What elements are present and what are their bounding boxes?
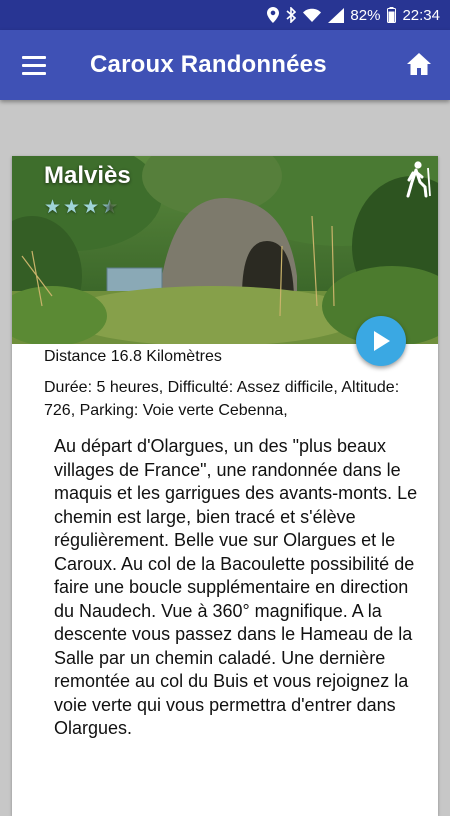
app-title: Caroux Randonnées bbox=[90, 51, 327, 78]
star-icon: ★ bbox=[44, 197, 62, 218]
bluetooth-icon bbox=[286, 7, 297, 23]
star-icon: ★ bbox=[82, 197, 100, 218]
hike-distance: Distance 16.8 Kilomètres bbox=[44, 348, 222, 365]
hiker-icon bbox=[403, 160, 433, 203]
hike-description: Au départ d'Olargues, un des "plus beaux… bbox=[54, 436, 418, 738]
home-icon[interactable] bbox=[406, 52, 434, 78]
hike-name: Malviès bbox=[44, 162, 131, 189]
signal-icon bbox=[328, 7, 345, 23]
app-bar: Caroux Randonnées bbox=[0, 30, 450, 100]
star-half-icon: ★ bbox=[101, 197, 119, 218]
hamburger-menu-icon[interactable] bbox=[22, 52, 48, 78]
hike-card: Malviès ★ ★ ★ ★ Distance 16.8 Kilomètres… bbox=[12, 156, 438, 816]
battery-icon bbox=[387, 7, 397, 23]
play-icon bbox=[374, 331, 390, 351]
clock: 22:34 bbox=[402, 6, 440, 24]
star-icon: ★ bbox=[63, 197, 81, 218]
rating-stars: ★ ★ ★ ★ bbox=[44, 198, 118, 217]
battery-percent: 82% bbox=[350, 6, 381, 24]
hike-details: Durée: 5 heures, Difficulté: Assez diffi… bbox=[44, 379, 400, 419]
location-icon bbox=[267, 7, 280, 23]
wifi-icon bbox=[303, 8, 322, 22]
status-bar: 82% 22:34 bbox=[0, 0, 450, 30]
play-button[interactable] bbox=[356, 316, 406, 366]
